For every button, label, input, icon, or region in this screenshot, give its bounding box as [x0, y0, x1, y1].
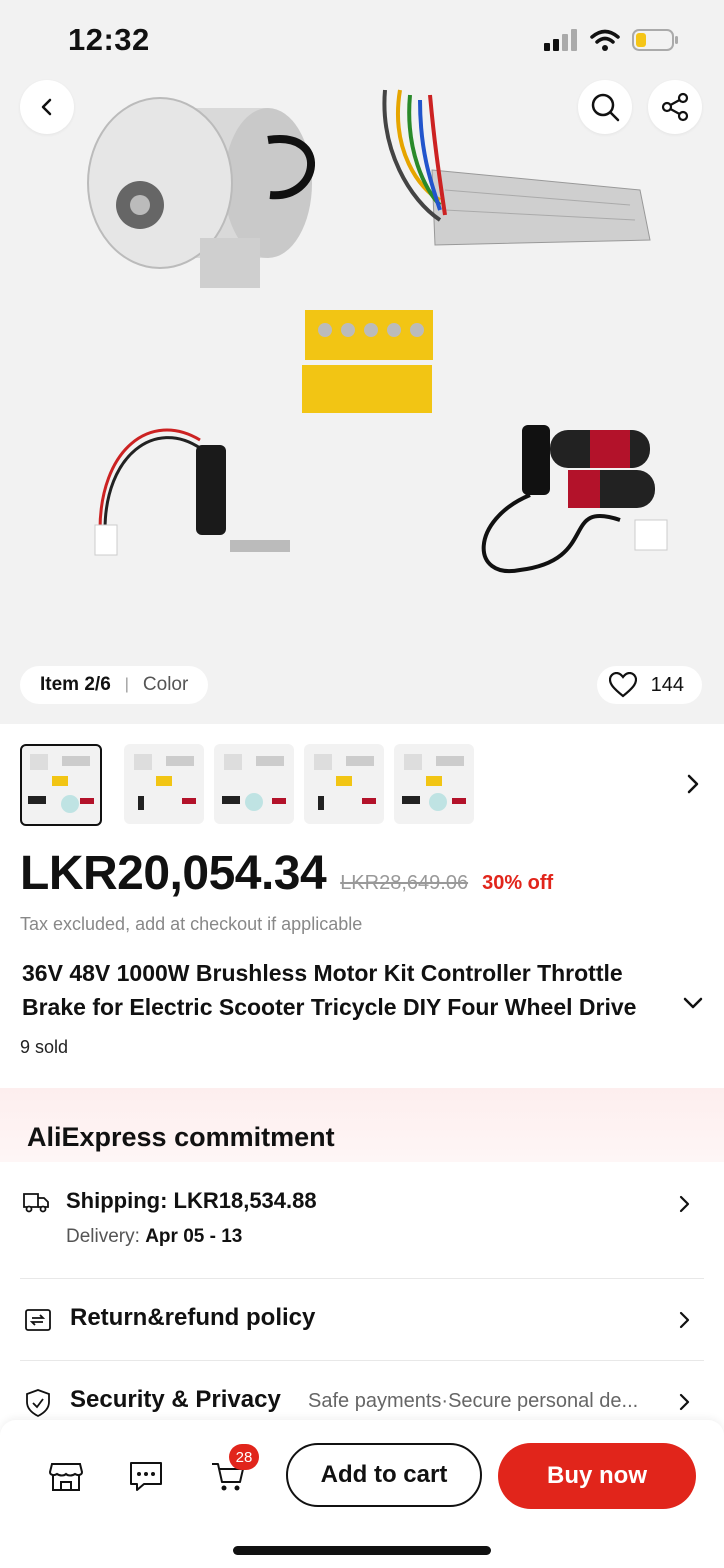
security-detail: Safe payments·Secure personal de... [308, 1390, 639, 1412]
store-button[interactable] [46, 1456, 86, 1496]
divider [20, 1360, 704, 1361]
delivery-prefix: Delivery: [66, 1226, 140, 1247]
key-switch-illustration [94, 428, 290, 556]
original-price: LKR28,649.06 [340, 872, 469, 894]
status-time: 12:32 [68, 22, 150, 57]
thumbnail-3[interactable] [214, 744, 294, 824]
chevron-right-icon [679, 1311, 690, 1329]
product-title[interactable]: 36V 48V 1000W Brushless Motor Kit Contro… [22, 956, 682, 1024]
cart-count-badge: 28 [229, 1444, 259, 1470]
battery-icon [632, 29, 678, 51]
chevron-down-icon [683, 997, 703, 1009]
throttle-illustration [481, 425, 668, 574]
thumbnail-1[interactable] [20, 744, 102, 826]
back-button[interactable] [20, 80, 74, 134]
truck-icon [23, 1193, 49, 1213]
share-icon [661, 92, 689, 122]
security-row[interactable]: Security & Privacy Safe payments·Secure … [20, 1380, 704, 1424]
motor-illustration [87, 97, 315, 288]
home-indicator [233, 1546, 491, 1555]
share-button[interactable] [648, 80, 702, 134]
thumbnail-image [134, 754, 196, 810]
shipping-row[interactable]: Shipping: LKR18,534.88 Delivery: Apr 05 … [20, 1188, 704, 1258]
chat-icon [130, 1462, 162, 1491]
terminal-block-illustration [302, 310, 433, 413]
search-icon [591, 93, 620, 122]
commitment-title: AliExpress commitment [27, 1122, 335, 1152]
thumbnail-5[interactable] [394, 744, 474, 824]
heart-icon [608, 672, 637, 698]
current-price: LKR20,054.34 [20, 847, 327, 900]
wishlist-button[interactable]: 144 [596, 666, 702, 704]
price-row: LKR20,054.34 LKR28,649.06 30% off [20, 846, 553, 901]
message-button[interactable] [126, 1456, 166, 1496]
shield-icon [26, 1389, 50, 1418]
thumbnail-2[interactable] [124, 744, 204, 824]
thumbnail-image [402, 754, 466, 811]
return-policy-row[interactable]: Return&refund policy [20, 1298, 704, 1342]
variant-label: Color [142, 674, 189, 695]
thumbnail-image [28, 754, 94, 813]
delivery-info: Delivery: Apr 05 - 13 [66, 1226, 242, 1248]
thumbnail-next-button[interactable] [686, 772, 700, 801]
cellular-signal-icon [544, 29, 577, 51]
add-to-cart-button[interactable]: Add to cart [286, 1443, 482, 1507]
tax-note: Tax excluded, add at checkout if applica… [20, 914, 363, 934]
product-title-line1: 36V 48V 1000W Brushless Motor Kit Contro… [22, 960, 623, 986]
delivery-dates: Apr 05 - 13 [145, 1226, 243, 1247]
chevron-right-icon [679, 1393, 690, 1411]
return-policy-label: Return&refund policy [70, 1304, 316, 1331]
gallery-position-pill[interactable]: Item 2/6 | Color [20, 666, 209, 704]
status-bar: 12:32 [0, 0, 724, 80]
wifi-icon [590, 29, 620, 51]
title-expand-button[interactable] [682, 996, 704, 1015]
search-button[interactable] [578, 80, 632, 134]
store-icon [48, 1463, 84, 1491]
chevron-right-icon [687, 774, 699, 794]
return-icon [25, 1309, 51, 1331]
divider [20, 1278, 704, 1279]
likes-count: 144 [650, 673, 684, 696]
thumbnail-4[interactable] [304, 744, 384, 824]
buy-now-button[interactable]: Buy now [498, 1443, 696, 1509]
chevron-right-icon [679, 1195, 690, 1213]
sold-count: 9 sold [20, 1037, 69, 1057]
chevron-left-icon [41, 98, 52, 116]
thumbnail-image [314, 754, 376, 810]
thumbnail-image [222, 754, 286, 811]
gallery-index: Item 2/6 [40, 674, 111, 695]
shipping-cost: Shipping: LKR18,534.88 [66, 1188, 317, 1213]
security-label: Security & Privacy [70, 1386, 281, 1413]
pill-separator: | [124, 676, 129, 693]
product-title-line2: Brake for Electric Scooter Tricycle DIY … [22, 994, 637, 1020]
discount-badge: 30% off [482, 872, 554, 894]
thumbnail-strip [20, 744, 474, 826]
